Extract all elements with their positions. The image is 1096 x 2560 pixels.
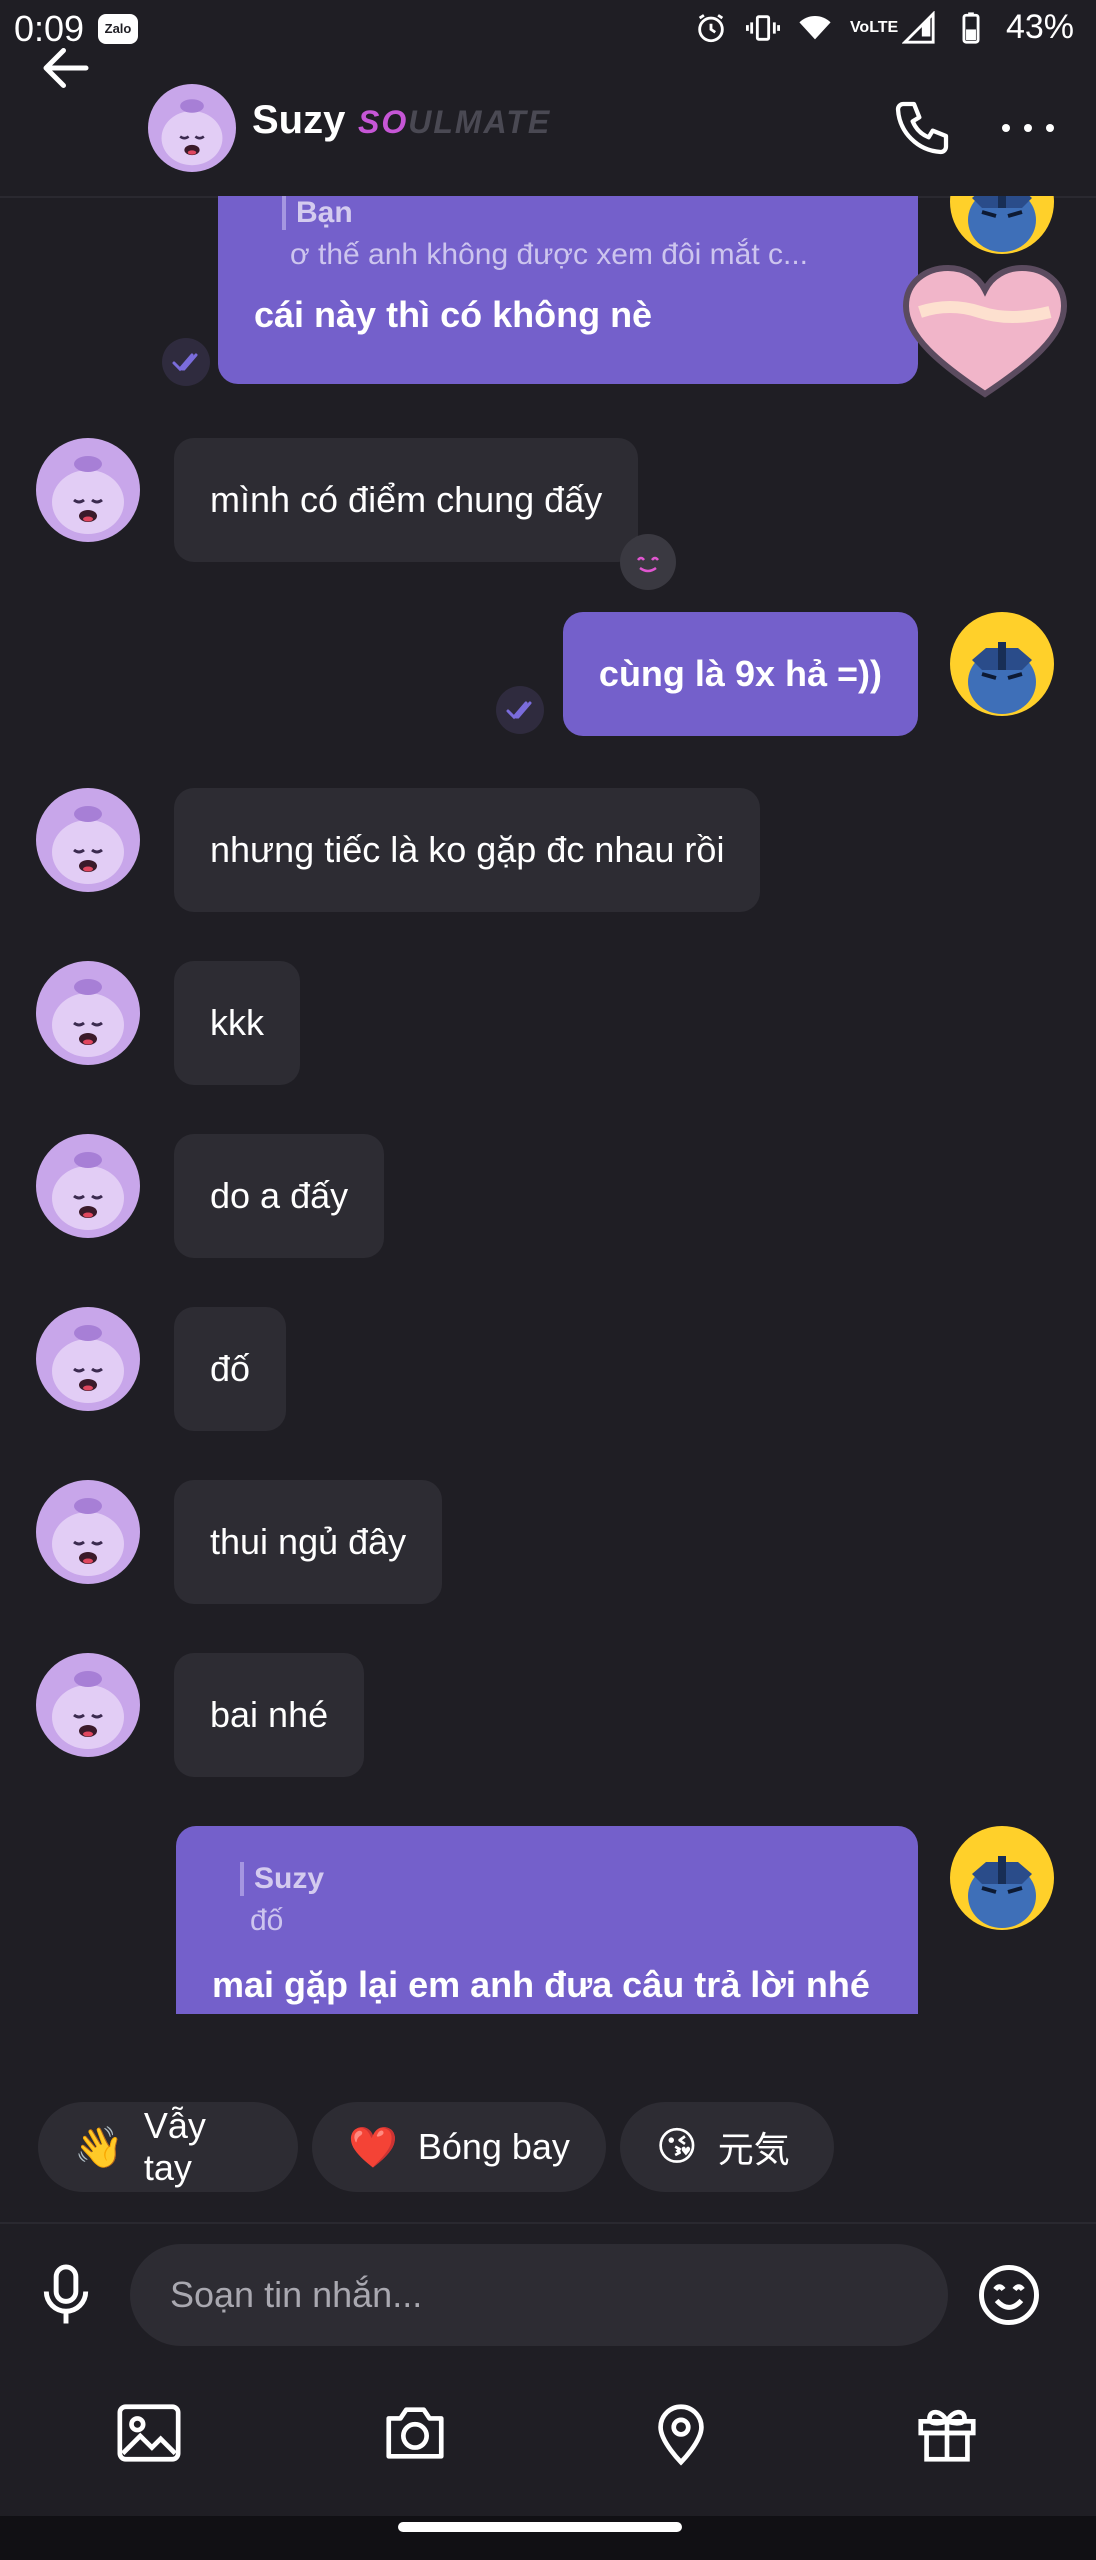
- signal-icon: [901, 10, 935, 44]
- my-avatar[interactable]: [950, 196, 1054, 254]
- purple-creature-avatar-icon: [52, 1498, 124, 1576]
- contact-avatar-small[interactable]: [36, 438, 140, 542]
- wave-icon: 👋: [74, 2125, 124, 2170]
- contact-avatar-small[interactable]: [36, 1653, 140, 1757]
- microphone-icon[interactable]: [36, 2262, 96, 2326]
- quick-reply-balloon[interactable]: ❤️ Bóng bay: [312, 2102, 606, 2192]
- home-indicator[interactable]: [398, 2522, 682, 2532]
- incoming-message-bubble[interactable]: đố: [174, 1307, 287, 1431]
- purple-creature-avatar-icon: [52, 1152, 124, 1230]
- quote-sender: Bạn: [282, 196, 882, 230]
- quick-reply-wave[interactable]: 👋 Vẫy tay: [38, 2102, 298, 2192]
- contact-avatar-small[interactable]: [36, 1307, 140, 1411]
- chip-label: Vẫy tay: [143, 2105, 206, 2188]
- blue-mask-avatar-icon: [968, 1856, 1036, 1928]
- alarm-icon: [698, 13, 724, 42]
- blue-mask-avatar-icon: [968, 196, 1036, 252]
- contact-avatar-small[interactable]: [36, 961, 140, 1065]
- incoming-message-bubble[interactable]: mình có điểm chung đấy: [174, 438, 639, 562]
- contact-name[interactable]: Suzy: [252, 98, 345, 143]
- my-avatar[interactable]: [950, 612, 1054, 716]
- heart-icon: ❤️: [348, 2125, 398, 2170]
- purple-creature-avatar-icon: [52, 806, 124, 884]
- gift-icon[interactable]: [912, 2398, 982, 2468]
- purple-creature-avatar-icon: [52, 979, 124, 1057]
- soulmate-badge: SOULMATE: [358, 104, 551, 141]
- camera-icon[interactable]: [380, 2398, 450, 2468]
- purple-creature-avatar-icon: [52, 1325, 124, 1403]
- incoming-message-bubble[interactable]: thui ngủ đây: [174, 1480, 443, 1604]
- gallery-image-icon[interactable]: [114, 2398, 184, 2468]
- incoming-message-bubble[interactable]: bai nhé: [174, 1653, 365, 1777]
- contact-avatar[interactable]: [148, 84, 236, 172]
- battery-icon: [962, 11, 980, 44]
- kiss-face-icon: 😘: [656, 2125, 698, 2169]
- vibrate-icon: [745, 14, 780, 41]
- outgoing-message-bubble[interactable]: Bạn ơ thế anh không được xem đôi mắt c..…: [218, 196, 918, 384]
- chip-label: 元気: [717, 2129, 790, 2170]
- badge-part1: SO: [358, 104, 409, 140]
- emoji-icon[interactable]: [976, 2262, 1042, 2328]
- back-arrow-icon[interactable]: [36, 38, 96, 98]
- contact-avatar-small[interactable]: [36, 1480, 140, 1584]
- status-icons: VoLTE 43%: [694, 8, 1074, 47]
- my-avatar[interactable]: [950, 1826, 1054, 1930]
- message-input[interactable]: [130, 2244, 948, 2346]
- purple-creature-avatar-icon: [52, 456, 124, 534]
- message-text: mai gặp lại em anh đưa câu trả lời nhé: [212, 1964, 870, 2005]
- contact-avatar-small[interactable]: [36, 788, 140, 892]
- contact-avatar-small[interactable]: [36, 1134, 140, 1238]
- read-receipt-icon: [162, 338, 210, 386]
- message-list[interactable]: Bạn ơ thế anh không được xem đôi mắt c..…: [0, 196, 1096, 2014]
- phone-call-icon[interactable]: [890, 96, 954, 160]
- blue-mask-avatar-icon: [968, 642, 1036, 714]
- badge-part2: ULMATE: [408, 104, 552, 140]
- incoming-message-bubble[interactable]: nhưng tiếc là ko gặp đc nhau rồi: [174, 788, 761, 912]
- quick-reply-genki[interactable]: 😘 元気: [620, 2102, 834, 2192]
- incoming-message-bubble[interactable]: do a đấy: [174, 1134, 385, 1258]
- message-text: cái này thì có không nè: [254, 294, 653, 335]
- outgoing-message-bubble[interactable]: cùng là 9x hả =)): [562, 612, 918, 736]
- incoming-message-bubble[interactable]: kkk: [174, 961, 300, 1085]
- heart-sticker-icon: [902, 264, 1068, 398]
- zalo-notification-icon: Zalo: [98, 14, 138, 44]
- read-receipt-icon: [496, 686, 544, 734]
- more-options-icon[interactable]: [996, 110, 1060, 146]
- purple-creature-avatar-icon: [161, 99, 223, 166]
- purple-creature-avatar-icon: [52, 1671, 124, 1749]
- quote-text: đố: [250, 1904, 284, 1937]
- reaction-emoji-icon[interactable]: [620, 534, 676, 590]
- battery-percent: 43%: [1005, 8, 1074, 46]
- outgoing-message-bubble[interactable]: Suzy đố mai gặp lại em anh đưa câu trả l…: [176, 1826, 918, 2014]
- status-bar: 0:09 Zalo VoLTE 43%: [0, 0, 1096, 60]
- wifi-icon: [799, 15, 831, 39]
- chip-label: Bóng bay: [417, 2126, 570, 2167]
- location-pin-icon[interactable]: [646, 2398, 716, 2468]
- quote-sender: Suzy: [240, 1862, 882, 1896]
- volte-label: VoLTE: [849, 18, 899, 36]
- quote-text: ơ thế anh không được xem đôi mắt c...: [290, 238, 809, 271]
